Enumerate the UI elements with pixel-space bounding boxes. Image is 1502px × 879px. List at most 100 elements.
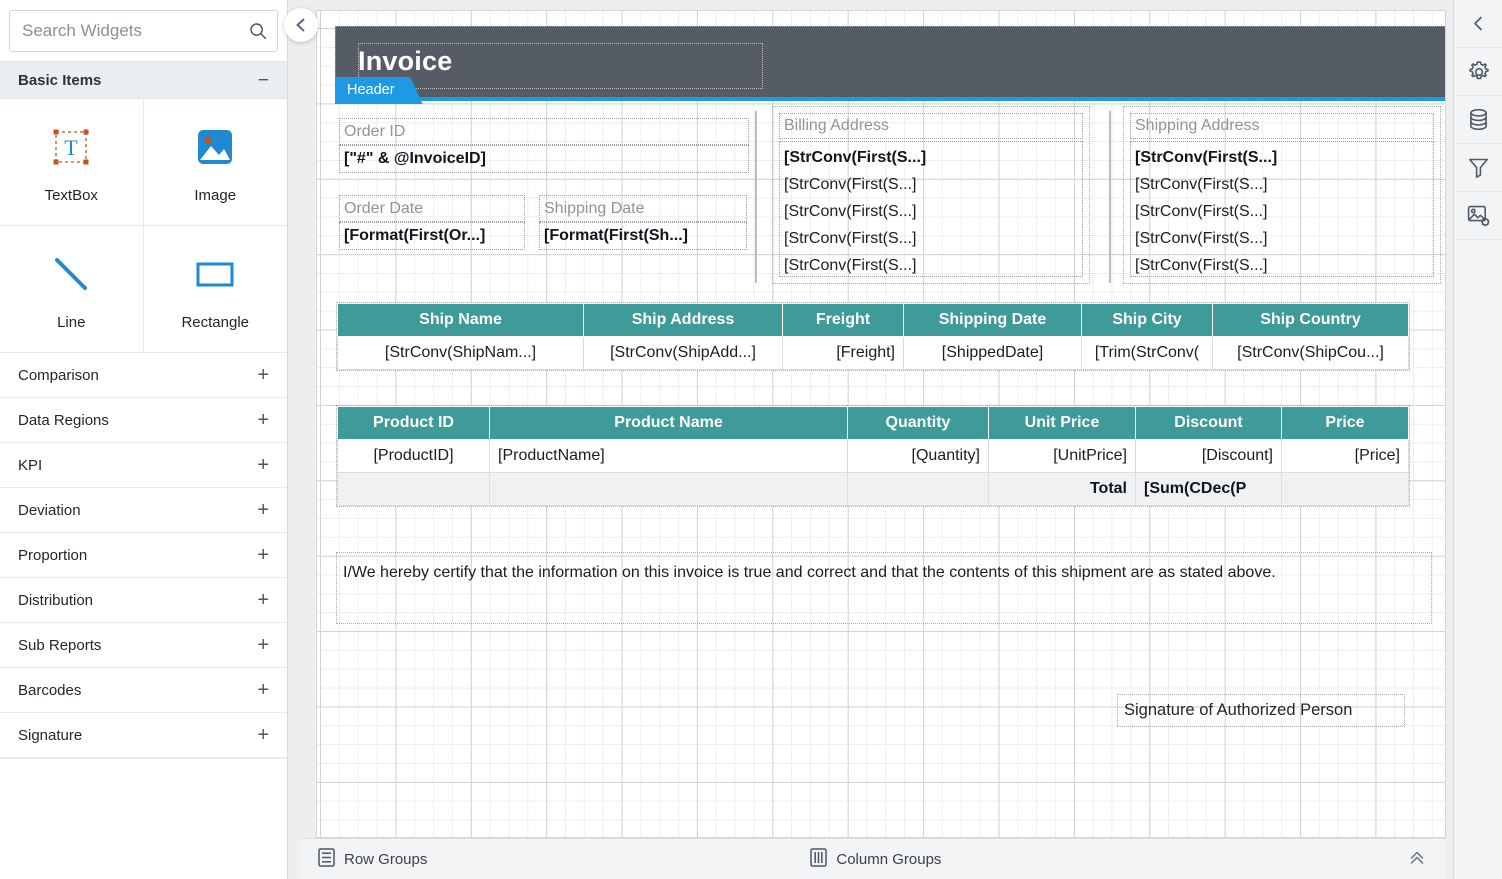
expand-icon[interactable]: + — [257, 725, 269, 745]
billing-address-container[interactable]: Billing Address [StrConv(First(S...] [St… — [772, 106, 1090, 284]
col-discount[interactable]: Discount — [1135, 406, 1282, 440]
table-total-row[interactable]: Total [Sum(CDec(P — [337, 472, 1409, 506]
shipping-line-4: [StrConv(First(S...] — [1135, 230, 1268, 247]
widget-rectangle[interactable]: Rectangle — [143, 226, 287, 353]
category-label: Distribution — [18, 591, 94, 609]
expand-icon[interactable]: + — [257, 590, 269, 610]
expand-icon[interactable]: + — [257, 680, 269, 700]
col-product-id[interactable]: Product ID — [337, 406, 490, 440]
shipping-line-2: [StrConv(First(S...] — [1135, 176, 1268, 193]
total-value[interactable]: [Sum(CDec(P — [1135, 472, 1282, 506]
filter-icon[interactable] — [1454, 144, 1502, 192]
expand-icon[interactable]: + — [257, 545, 269, 565]
search-icon[interactable] — [249, 22, 267, 40]
total-label[interactable]: Total — [988, 472, 1136, 506]
shipping-address-label[interactable]: Shipping Address — [1130, 113, 1434, 139]
billing-address-label[interactable]: Billing Address — [779, 113, 1083, 139]
ship-details-table[interactable]: Ship Name Ship Address Freight Shipping … — [336, 302, 1410, 371]
report-header-band[interactable]: Invoice — [335, 26, 1445, 101]
category-deviation[interactable]: Deviation + — [0, 488, 287, 533]
category-label: Comparison — [18, 366, 99, 384]
column-groups-button[interactable]: Column Groups — [810, 847, 941, 871]
order-id-label[interactable]: Order ID — [339, 118, 749, 145]
expand-icon[interactable]: + — [257, 500, 269, 520]
design-canvas-area[interactable]: Invoice Header Order ID ["#" & @InvoiceI… — [300, 0, 1446, 879]
expand-icon[interactable]: + — [257, 410, 269, 430]
order-date-label[interactable]: Order Date — [339, 195, 525, 222]
table-header-row: Ship Name Ship Address Freight Shipping … — [337, 303, 1409, 337]
cell-quantity[interactable]: [Quantity] — [847, 439, 989, 473]
search-container — [0, 0, 287, 61]
search-input[interactable] — [10, 21, 277, 41]
row-groups-icon — [318, 847, 335, 871]
shipping-date-label[interactable]: Shipping Date — [539, 195, 747, 222]
widget-image[interactable]: Image — [143, 99, 287, 226]
shipping-address-container[interactable]: Shipping Address [StrConv(First(S...] [S… — [1123, 106, 1441, 284]
shipping-date-value[interactable]: [Format(First(Sh...] — [539, 222, 747, 250]
billing-address-label-text: Billing Address — [784, 117, 889, 134]
col-freight[interactable]: Freight — [782, 303, 904, 337]
gear-icon[interactable] — [1454, 48, 1502, 96]
product-details-table[interactable]: Product ID Product Name Quantity Unit Pr… — [336, 405, 1410, 507]
category-sub-reports[interactable]: Sub Reports + — [0, 623, 287, 668]
widget-line[interactable]: Line — [0, 226, 144, 353]
cell-ship-name[interactable]: [StrConv(ShipNam...] — [337, 336, 584, 370]
col-ship-name[interactable]: Ship Name — [337, 303, 584, 337]
col-quantity[interactable]: Quantity — [847, 406, 989, 440]
shipping-address-lines[interactable]: [StrConv(First(S...] [StrConv(First(S...… — [1130, 141, 1434, 277]
header-band-tab[interactable]: Header — [335, 77, 423, 104]
table-row[interactable]: [ProductID] [ProductName] [Quantity] [Un… — [337, 439, 1409, 473]
col-shipping-date[interactable]: Shipping Date — [903, 303, 1082, 337]
chevron-left-icon — [296, 18, 305, 32]
cell-shipping-date[interactable]: [ShippedDate] — [903, 336, 1082, 370]
col-unit-price[interactable]: Unit Price — [988, 406, 1136, 440]
expand-icon[interactable]: + — [257, 455, 269, 475]
order-id-value[interactable]: ["#" & @InvoiceID] — [339, 145, 749, 173]
category-label: Proportion — [18, 546, 88, 564]
col-price[interactable]: Price — [1281, 406, 1409, 440]
category-label: Data Regions — [18, 411, 109, 429]
image-settings-icon[interactable] — [1454, 192, 1502, 240]
cell-discount[interactable]: [Discount] — [1135, 439, 1282, 473]
report-designer: Basic Items − T TextBox — [0, 0, 1502, 879]
report-design-surface[interactable]: Invoice Header Order ID ["#" & @InvoiceI… — [316, 10, 1446, 838]
col-ship-city[interactable]: Ship City — [1081, 303, 1213, 337]
order-date-value[interactable]: [Format(First(Or...] — [339, 222, 525, 250]
category-signature[interactable]: Signature + — [0, 713, 287, 758]
row-groups-button[interactable]: Row Groups — [318, 847, 427, 871]
col-ship-address[interactable]: Ship Address — [583, 303, 783, 337]
search-box[interactable] — [9, 10, 278, 52]
cell-product-name[interactable]: [ProductName] — [489, 439, 848, 473]
cell-unit-price[interactable]: [UnitPrice] — [988, 439, 1136, 473]
group-header-basic-items[interactable]: Basic Items − — [0, 61, 287, 99]
col-ship-country[interactable]: Ship Country — [1212, 303, 1409, 337]
signature-label[interactable]: Signature of Authorized Person — [1117, 694, 1405, 727]
col-product-name[interactable]: Product Name — [489, 406, 848, 440]
widget-textbox[interactable]: T TextBox — [0, 99, 144, 226]
certification-note[interactable]: I/We hereby certify that the information… — [336, 552, 1432, 624]
shipping-address-label-text: Shipping Address — [1135, 117, 1260, 134]
cell-price[interactable]: [Price] — [1281, 439, 1409, 473]
category-kpi[interactable]: KPI + — [0, 443, 287, 488]
collapse-panel-button[interactable] — [284, 8, 318, 42]
expand-icon[interactable]: + — [257, 635, 269, 655]
expand-icon[interactable]: + — [257, 365, 269, 385]
category-label: Deviation — [18, 501, 81, 519]
cell-ship-city[interactable]: [Trim(StrConv( — [1081, 336, 1213, 370]
category-data-regions[interactable]: Data Regions + — [0, 398, 287, 443]
category-barcodes[interactable]: Barcodes + — [0, 668, 287, 713]
cell-ship-address[interactable]: [StrConv(ShipAdd...] — [583, 336, 783, 370]
table-row[interactable]: [StrConv(ShipNam...] [StrConv(ShipAdd...… — [337, 336, 1409, 370]
category-distribution[interactable]: Distribution + — [0, 578, 287, 623]
cell-product-id[interactable]: [ProductID] — [337, 439, 490, 473]
collapse-panel-icon[interactable] — [1454, 0, 1502, 48]
category-proportion[interactable]: Proportion + — [0, 533, 287, 578]
cell-freight[interactable]: [Freight] — [782, 336, 904, 370]
category-list: Comparison + Data Regions + KPI + Deviat… — [0, 353, 287, 758]
category-comparison[interactable]: Comparison + — [0, 353, 287, 398]
billing-address-lines[interactable]: [StrConv(First(S...] [StrConv(First(S...… — [779, 141, 1083, 277]
collapse-groups-button[interactable] — [1408, 849, 1426, 870]
cell-ship-country[interactable]: [StrConv(ShipCou...] — [1212, 336, 1409, 370]
database-icon[interactable] — [1454, 96, 1502, 144]
collapse-group-icon[interactable]: − — [258, 71, 269, 90]
